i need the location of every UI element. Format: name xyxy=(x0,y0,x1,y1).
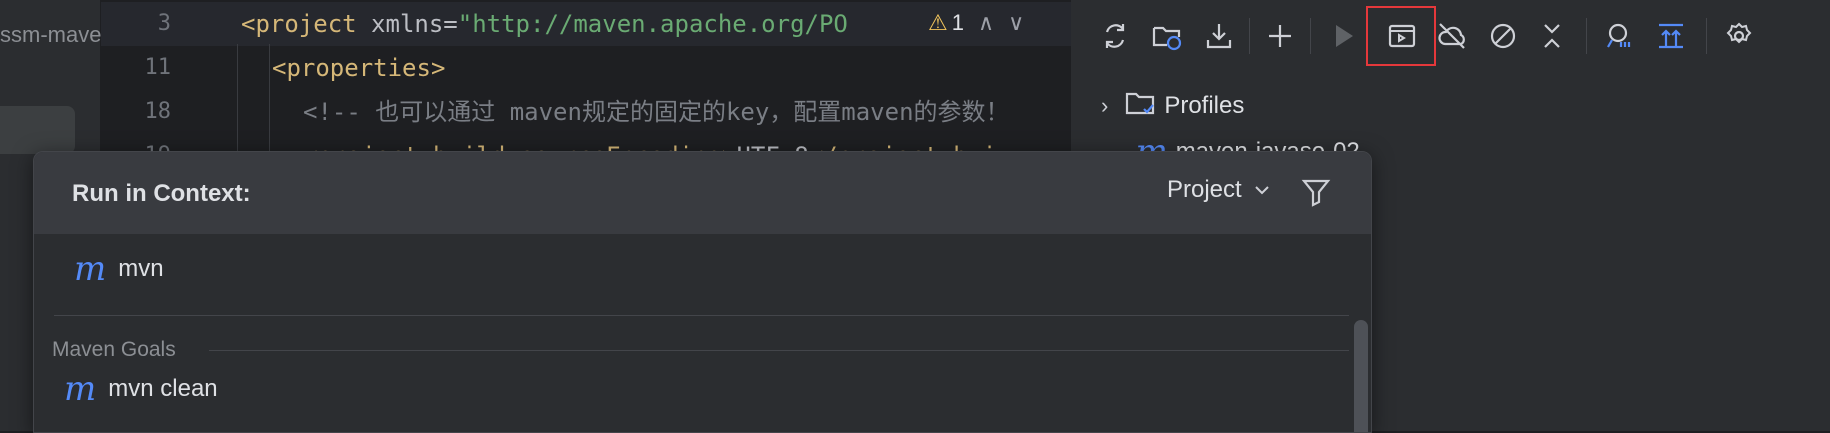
code-token: "http://maven.apache.org/PO xyxy=(457,10,848,38)
list-item[interactable]: m mvn clean xyxy=(64,372,218,406)
inspection-widget[interactable]: ⚠ 1 ∧ ∨ xyxy=(928,10,1024,36)
scope-label: Project xyxy=(1167,176,1242,203)
code-token: xmlns= xyxy=(371,10,458,38)
code-token: <!-- 也可以通过 maven规定的固定的key，配置maven的参数！ xyxy=(303,98,1010,126)
divider xyxy=(54,315,1349,316)
code-line: 3 <project xmlns="http://maven.apache.or… xyxy=(101,2,1071,46)
toolbar-separator xyxy=(1310,18,1311,54)
settings-icon[interactable] xyxy=(1717,14,1761,58)
previous-highlight-icon[interactable]: ∧ xyxy=(978,10,994,35)
next-highlight-icon[interactable]: ∨ xyxy=(1008,10,1024,35)
download-icon[interactable] xyxy=(1197,14,1241,58)
toolbar-separator xyxy=(1249,18,1250,54)
list-item-label: mvn xyxy=(118,255,164,282)
project-name[interactable]: ssm-mave xyxy=(0,22,101,48)
code-token: <project xyxy=(241,10,372,38)
toolbar-separator xyxy=(1706,18,1707,54)
show-diagram-icon[interactable] xyxy=(1649,14,1693,58)
chevron-down-icon xyxy=(1254,186,1269,195)
code-line: 18 <!-- 也可以通过 maven规定的固定的key，配置maven的参数！ xyxy=(101,90,1071,134)
filter-icon[interactable] xyxy=(1300,176,1332,213)
section-header: Maven Goals xyxy=(52,338,176,361)
tree-item-profiles[interactable]: › Profiles xyxy=(1101,88,1244,124)
maven-icon: m xyxy=(74,249,107,289)
scrollbar[interactable] xyxy=(1354,320,1368,432)
code-token: <properties> xyxy=(272,54,446,82)
folder-icon xyxy=(1124,87,1156,126)
skip-tests-icon[interactable] xyxy=(1481,14,1525,58)
maven-toolbar xyxy=(1071,0,1830,74)
highlight-box xyxy=(1366,6,1436,66)
warning-count: 1 xyxy=(951,10,964,35)
reload-folder-icon[interactable] xyxy=(1145,14,1189,58)
toolbar-separator xyxy=(1586,18,1587,54)
line-number: 11 xyxy=(144,55,172,80)
maven-icon: m xyxy=(64,369,97,409)
run-in-context-popup: Run in Context: Project m mvn Maven Goal… xyxy=(33,151,1372,433)
chevron-right-icon[interactable]: › xyxy=(1101,93,1108,119)
add-icon[interactable] xyxy=(1258,14,1302,58)
warning-icon: ⚠ xyxy=(928,10,948,35)
analyze-dependencies-icon[interactable] xyxy=(1597,14,1641,58)
sidebar-tab[interactable] xyxy=(0,106,75,154)
scope-dropdown[interactable]: Project xyxy=(1167,176,1272,204)
tree-item-label: Profiles xyxy=(1164,92,1245,119)
divider xyxy=(209,350,1349,351)
code-line: 11 <properties> xyxy=(101,46,1071,90)
line-number: 18 xyxy=(144,99,172,124)
line-number: 3 xyxy=(157,11,171,36)
list-item[interactable]: m mvn xyxy=(74,252,164,286)
offline-icon[interactable] xyxy=(1430,14,1474,58)
reload-icon[interactable] xyxy=(1093,14,1137,58)
collapse-all-icon[interactable] xyxy=(1530,14,1574,58)
popup-header: Run in Context: Project xyxy=(34,152,1371,234)
list-item-label: mvn clean xyxy=(108,375,218,402)
run-icon[interactable] xyxy=(1321,14,1365,58)
popup-title: Run in Context: xyxy=(72,180,251,207)
